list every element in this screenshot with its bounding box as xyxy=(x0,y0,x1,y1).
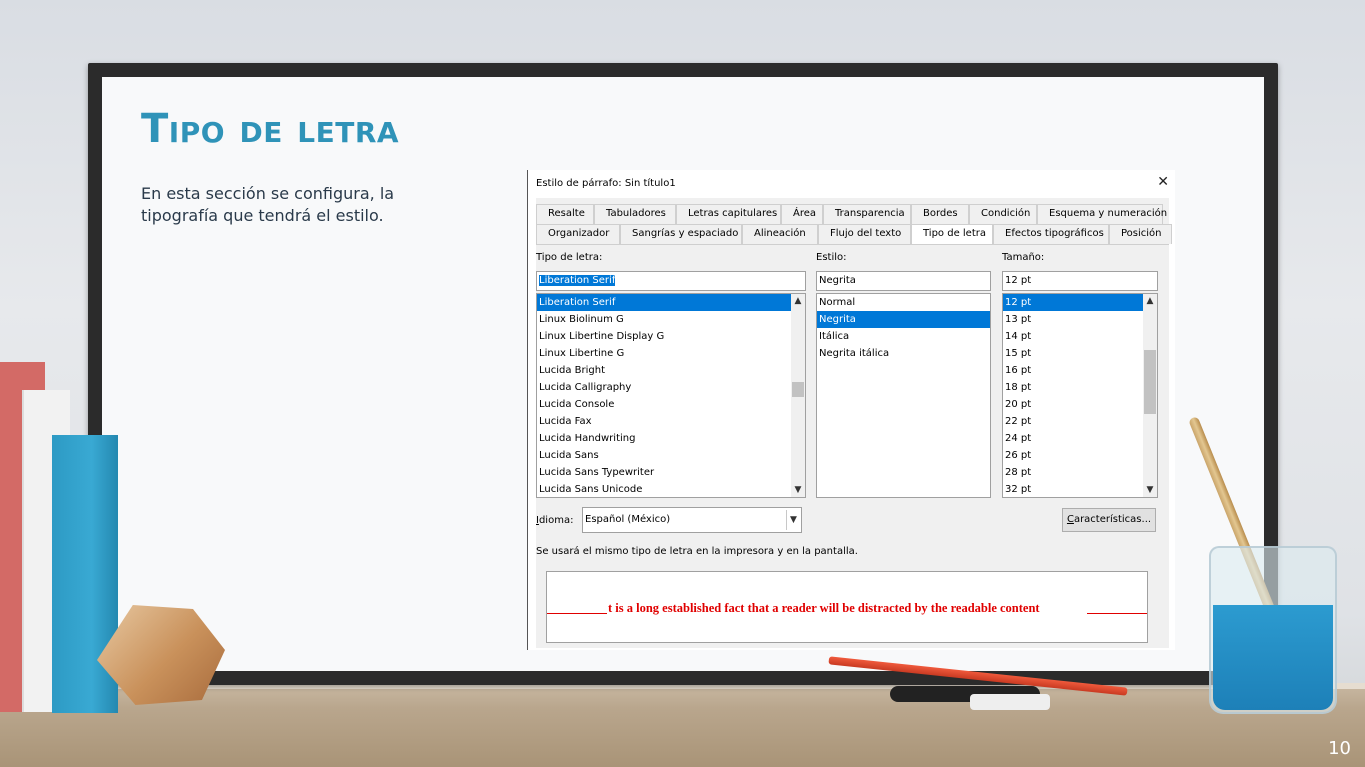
scroll-thumb[interactable] xyxy=(1144,350,1156,414)
chevron-down-icon[interactable]: ▼ xyxy=(791,483,805,497)
font-name-value: Liberation Serif xyxy=(539,275,616,286)
size-list-item[interactable]: 14 pt xyxy=(1003,328,1157,345)
chevron-up-icon[interactable]: ▲ xyxy=(791,294,805,308)
chevron-down-icon[interactable]: ▼ xyxy=(1143,483,1157,497)
font-list-item[interactable]: Lucida Sans Unicode xyxy=(537,481,805,497)
font-list-item[interactable]: Lucida Handwriting xyxy=(537,430,805,447)
tab-row-1: Resalte Tabuladores Letras capitulares Á… xyxy=(536,204,1167,224)
eraser xyxy=(970,694,1050,710)
font-name-field[interactable]: Liberation Serif xyxy=(536,271,806,291)
font-list-item[interactable]: Linux Libertine G xyxy=(537,345,805,362)
size-list-item[interactable]: 16 pt xyxy=(1003,362,1157,379)
tab-sangrias-espaciado[interactable]: Sangrías y espaciado xyxy=(620,224,742,244)
font-list-item[interactable]: Lucida Calligraphy xyxy=(537,379,805,396)
water-jar xyxy=(1209,546,1337,714)
size-list-item[interactable]: 12 pt xyxy=(1003,294,1143,311)
info-text: Se usará el mismo tipo de letra en la im… xyxy=(536,546,858,557)
desk-surface xyxy=(0,683,1365,767)
size-list-item[interactable]: 20 pt xyxy=(1003,396,1157,413)
tab-condicion[interactable]: Condición xyxy=(969,204,1037,224)
preview-baseline-right xyxy=(1087,613,1147,614)
size-list-item[interactable]: 28 pt xyxy=(1003,464,1157,481)
size-list-item[interactable]: 22 pt xyxy=(1003,413,1157,430)
tab-flujo-texto[interactable]: Flujo del texto xyxy=(818,224,911,244)
tab-alineacion[interactable]: Alineación xyxy=(742,224,818,244)
tab-resalte[interactable]: Resalte xyxy=(536,204,594,224)
size-list-item[interactable]: 18 pt xyxy=(1003,379,1157,396)
close-icon[interactable]: ✕ xyxy=(1157,174,1169,190)
chevron-down-icon[interactable]: ▼ xyxy=(786,510,800,530)
dialog-title: Estilo de párrafo: Sin título1 xyxy=(536,178,676,189)
tab-bordes[interactable]: Bordes xyxy=(911,204,969,224)
style-list-item[interactable]: Normal xyxy=(817,294,990,311)
font-list-item[interactable]: Liberation Serif xyxy=(537,294,791,311)
dialog-body: Resalte Tabuladores Letras capitulares Á… xyxy=(536,198,1172,648)
font-list-item[interactable]: Linux Libertine Display G xyxy=(537,328,805,345)
size-list-item[interactable]: 24 pt xyxy=(1003,430,1157,447)
tab-organizador[interactable]: Organizador xyxy=(536,224,620,244)
chevron-up-icon[interactable]: ▲ xyxy=(1143,294,1157,308)
font-list-item[interactable]: Lucida Bright xyxy=(537,362,805,379)
features-button[interactable]: Características... xyxy=(1062,508,1156,532)
tab-transparencia[interactable]: Transparencia xyxy=(823,204,911,224)
jar-water xyxy=(1213,605,1333,710)
language-select[interactable]: Español (México) ▼ xyxy=(582,507,802,533)
language-label: Idioma: xyxy=(536,515,574,526)
preview-text: t is a long established fact that a read… xyxy=(608,601,1040,615)
slide-title: Tipo de letra xyxy=(141,106,400,152)
size-list-scrollbar[interactable]: ▲ ▼ xyxy=(1143,294,1157,497)
size-field[interactable]: 12 pt xyxy=(1002,271,1158,291)
size-list-item[interactable]: 32 pt xyxy=(1003,481,1157,497)
size-list-item[interactable]: 13 pt xyxy=(1003,311,1157,328)
tab-tabuladores[interactable]: Tabuladores xyxy=(594,204,676,224)
size-label: Tamaño: xyxy=(1002,252,1045,263)
tab-posicion[interactable]: Posición xyxy=(1109,224,1172,244)
style-field[interactable]: Negrita xyxy=(816,271,991,291)
font-list-item[interactable]: Lucida Sans Typewriter xyxy=(537,464,805,481)
style-list-item[interactable]: Itálica xyxy=(817,328,990,345)
page-number: 10 xyxy=(1328,738,1351,759)
size-list-item[interactable]: 15 pt xyxy=(1003,345,1157,362)
scroll-thumb[interactable] xyxy=(792,382,804,397)
font-list-item[interactable]: Lucida Sans xyxy=(537,447,805,464)
tab-row-2: Organizador Sangrías y espaciado Alineac… xyxy=(536,224,1172,244)
font-preview: t is a long established fact that a read… xyxy=(546,571,1148,643)
tab-letras-capitulares[interactable]: Letras capitulares xyxy=(676,204,781,224)
paragraph-style-dialog: Estilo de párrafo: Sin título1 ✕ Resalte… xyxy=(527,170,1175,650)
tab-tipo-de-letra[interactable]: Tipo de letra xyxy=(911,224,993,244)
style-list[interactable]: Normal Negrita Itálica Negrita itálica xyxy=(816,293,991,498)
style-list-item[interactable]: Negrita itálica xyxy=(817,345,990,362)
font-tab-panel: Tipo de letra: Liberation Serif Liberati… xyxy=(536,244,1169,648)
font-list-item[interactable]: Lucida Console xyxy=(537,396,805,413)
tab-area[interactable]: Área xyxy=(781,204,823,224)
style-label: Estilo: xyxy=(816,252,847,263)
font-list[interactable]: Liberation Serif Linux Biolinum G Linux … xyxy=(536,293,806,498)
size-list[interactable]: 12 pt 13 pt 14 pt 15 pt 16 pt 18 pt 20 p… xyxy=(1002,293,1158,498)
tab-efectos-tipograficos[interactable]: Efectos tipográficos xyxy=(993,224,1109,244)
font-list-item[interactable]: Lucida Fax xyxy=(537,413,805,430)
style-list-item[interactable]: Negrita xyxy=(817,311,990,328)
font-label: Tipo de letra: xyxy=(536,252,603,263)
font-list-scrollbar[interactable]: ▲ ▼ xyxy=(791,294,805,497)
slide-body-text: En esta sección se configura, la tipogra… xyxy=(141,184,395,225)
preview-baseline-left xyxy=(547,613,607,614)
language-value: Español (México) xyxy=(585,514,671,525)
size-list-item[interactable]: 26 pt xyxy=(1003,447,1157,464)
font-list-item[interactable]: Linux Biolinum G xyxy=(537,311,805,328)
tab-esquema-numeracion[interactable]: Esquema y numeración xyxy=(1037,204,1167,224)
